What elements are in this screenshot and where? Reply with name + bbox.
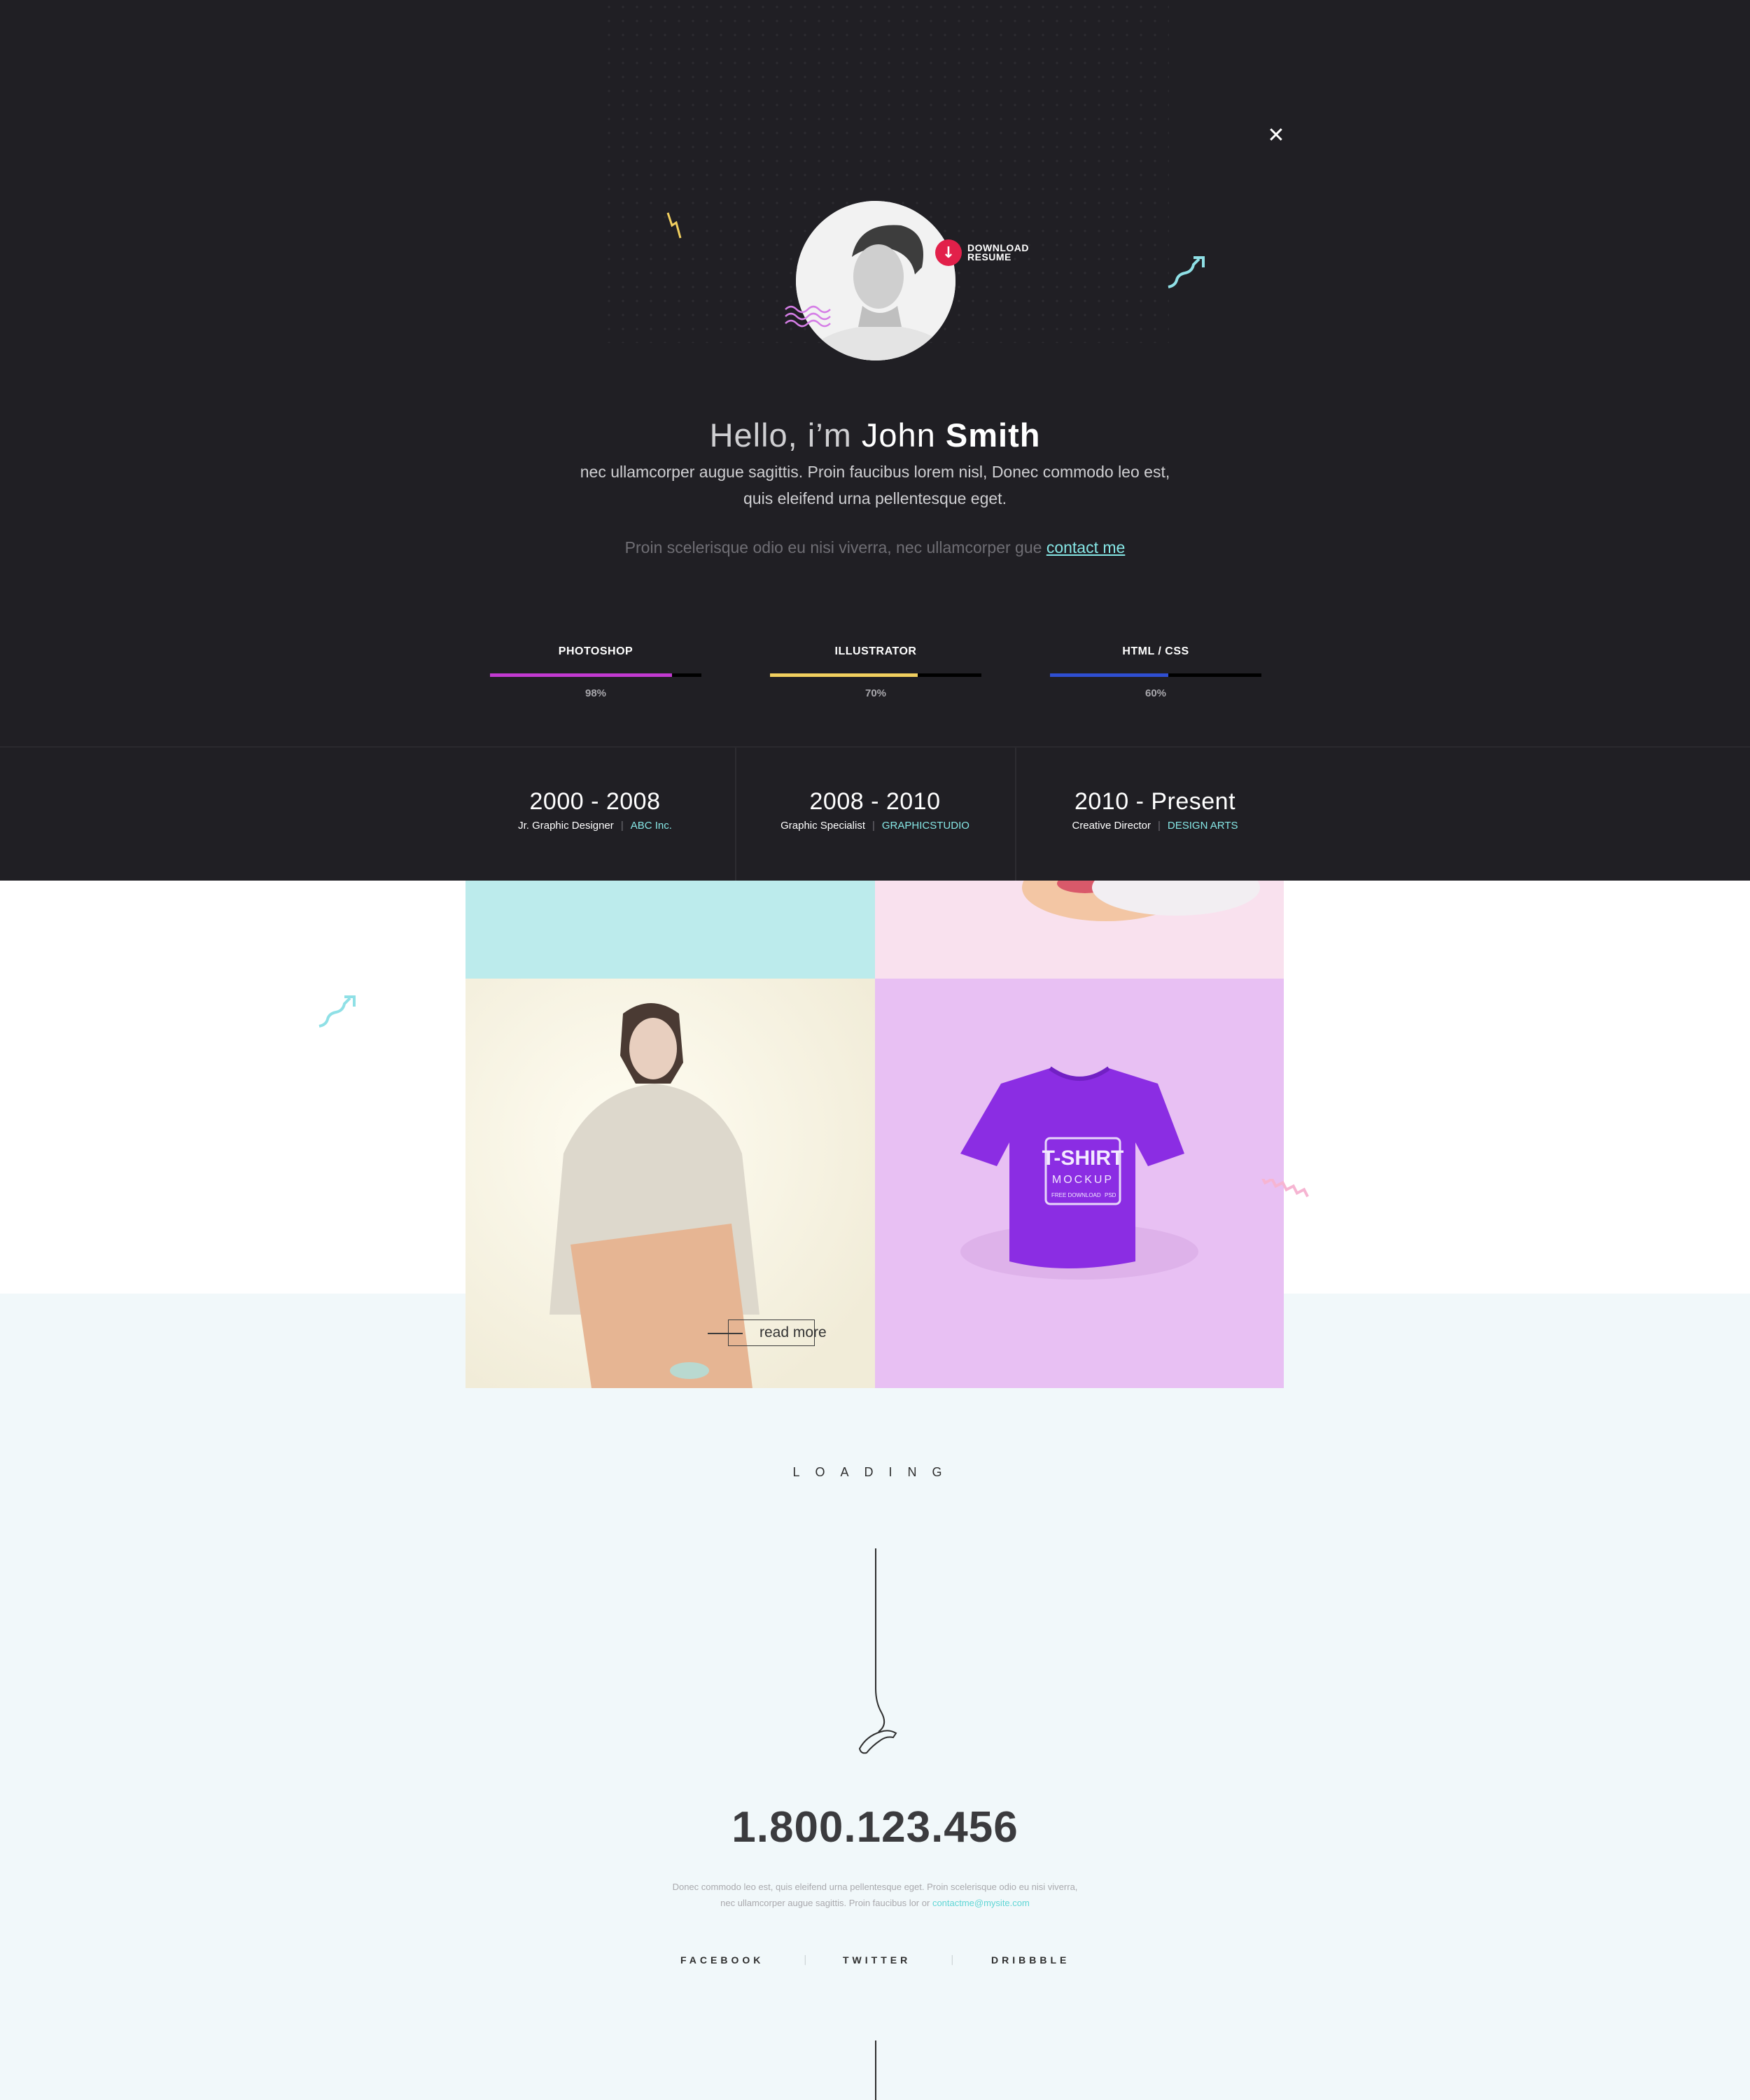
skill-illustrator: ILLUSTRATOR 70% bbox=[770, 645, 981, 699]
social-separator: | bbox=[804, 1954, 807, 1966]
social-link-dribbble[interactable]: DRIBBBLE bbox=[991, 1954, 1070, 1966]
portfolio-tile-pink[interactable] bbox=[875, 881, 1284, 979]
skill-name: ILLUSTRATOR bbox=[834, 645, 917, 657]
timeline-years: 2010 - Present bbox=[1074, 788, 1236, 815]
skill-html-css: HTML / CSS 60% bbox=[1050, 645, 1261, 699]
social-separator: | bbox=[951, 1954, 954, 1966]
skill-percent: 60% bbox=[1144, 687, 1167, 699]
tshirt-mockup-image: T-SHIRT MOCKUP FREE DOWNLOAD PSD bbox=[960, 1066, 1198, 1280]
skill-name: HTML / CSS bbox=[1122, 645, 1189, 657]
tshirt-sub-text: MOCKUP bbox=[1052, 1174, 1114, 1186]
hero-last-name: Smith bbox=[945, 416, 1041, 454]
wave-pattern-icon bbox=[785, 305, 831, 328]
timeline-item: 2000 - 2008 Jr. Graphic Designer | ABC Inc… bbox=[455, 788, 735, 832]
arrow-squiggle-icon bbox=[318, 995, 356, 1028]
scroll-line bbox=[875, 2040, 876, 2100]
phone-handset-icon bbox=[858, 1548, 897, 1754]
company-name: GRAPHICSTUDIO bbox=[881, 820, 969, 832]
portfolio-tile-cyan[interactable] bbox=[465, 881, 875, 979]
job-title: Jr. Graphic Designer bbox=[518, 820, 614, 832]
donut-image bbox=[1022, 881, 1260, 921]
contact-description: Donec commodo leo est, quis eleifend urn… bbox=[595, 1879, 1155, 1911]
intro-line: quis eleifend urna pellentesque eget. bbox=[743, 489, 1007, 507]
tshirt-badge-psd: PSD bbox=[1105, 1192, 1116, 1198]
loading-text: LOADING bbox=[792, 1465, 958, 1479]
hero-greeting: Hello, i’m bbox=[709, 416, 852, 454]
timeline-meta: Creative Director | DESIGN ARTS bbox=[1015, 820, 1295, 832]
timeline-item: 2010 - Present Creative Director | DESIGN … bbox=[1015, 788, 1295, 832]
portfolio-tile-tshirt[interactable]: T-SHIRT MOCKUP FREE DOWNLOAD PSD bbox=[875, 979, 1284, 1388]
skill-name: PHOTOSHOP bbox=[558, 645, 634, 657]
skill-progress-bar bbox=[770, 673, 981, 677]
lightning-icon bbox=[666, 212, 682, 239]
skill-progress-fill bbox=[1050, 673, 1169, 677]
timeline-meta: Graphic Specialist | GRAPHICSTUDIO bbox=[735, 820, 1015, 832]
arrow-squiggle-icon bbox=[1168, 256, 1205, 288]
timeline-years: 2008 - 2010 bbox=[809, 788, 941, 815]
close-icon[interactable]: ✕ bbox=[1264, 123, 1289, 148]
download-resume-label: DOWNLOAD RESUME bbox=[967, 242, 1029, 262]
contact-text-line2-prefix: nec ullamcorper augue sagittis. Proin fa… bbox=[720, 1898, 930, 1908]
job-title: Creative Director bbox=[1072, 820, 1152, 832]
tshirt-title-text: T-SHIRT bbox=[1042, 1147, 1124, 1170]
company-name: DESIGN ARTS bbox=[1167, 820, 1238, 832]
contact-text-line1: Donec commodo leo est, quis eleifend urn… bbox=[672, 1882, 1078, 1892]
section-divider bbox=[0, 746, 1750, 748]
avatar bbox=[796, 201, 955, 360]
skill-photoshop: PHOTOSHOP 98% bbox=[490, 645, 701, 699]
read-more-line bbox=[708, 1333, 743, 1334]
skill-percent: 70% bbox=[864, 687, 887, 699]
meta-separator: | bbox=[872, 820, 875, 832]
timeline-item: 2008 - 2010 Graphic Specialist | GRAPHICST… bbox=[735, 788, 1015, 832]
email-link[interactable]: contactme@mysite.com bbox=[932, 1898, 1030, 1908]
contact-line: Proin scelerisque odio eu nisi viverra, … bbox=[0, 538, 1750, 557]
read-more-button[interactable]: read more bbox=[708, 1320, 827, 1346]
job-title: Graphic Specialist bbox=[780, 820, 865, 832]
intro-paragraph: nec ullamcorper augue sagittis. Proin fa… bbox=[490, 458, 1260, 512]
meta-separator: | bbox=[1158, 820, 1161, 832]
download-arrow-icon: ↓ bbox=[935, 239, 962, 266]
contact-line-text: Proin scelerisque odio eu nisi viverra, … bbox=[624, 538, 1042, 556]
contact-text-line2: nec ullamcorper augue sagittis. Proin fa… bbox=[595, 1895, 1155, 1911]
phone-number: 1.800.123.456 bbox=[732, 1803, 1018, 1851]
intro-line: nec ullamcorper augue sagittis. Proin fa… bbox=[580, 463, 1170, 481]
skill-progress-fill bbox=[490, 673, 672, 677]
meta-separator: | bbox=[620, 820, 624, 832]
skill-progress-bar bbox=[1050, 673, 1261, 677]
tshirt-badge-text: FREE DOWNLOAD bbox=[1051, 1192, 1101, 1198]
about-overlay: ✕ ↓ DOWNLOAD RESUME Hello, i’m John Smit… bbox=[0, 0, 1750, 881]
skill-percent: 98% bbox=[584, 687, 607, 699]
download-resume-button[interactable]: ↓ DOWNLOAD RESUME bbox=[935, 239, 1029, 266]
avatar-portrait bbox=[796, 201, 955, 360]
read-more-label: read more bbox=[760, 1324, 827, 1340]
zigzag-pink-icon bbox=[1260, 1179, 1309, 1198]
hero-heading: Hello, i’m John Smith bbox=[0, 416, 1750, 454]
social-link-facebook[interactable]: FACEBOOK bbox=[680, 1954, 764, 1966]
skill-progress-fill bbox=[770, 673, 918, 677]
hero-first-name: John bbox=[861, 416, 936, 454]
skill-progress-bar bbox=[490, 673, 701, 677]
social-link-twitter[interactable]: TWITTER bbox=[843, 1954, 911, 1966]
company-name: ABC Inc. bbox=[630, 820, 672, 832]
timeline-meta: Jr. Graphic Designer | ABC Inc. bbox=[455, 820, 735, 832]
timeline-years: 2000 - 2008 bbox=[529, 788, 661, 815]
contact-me-link[interactable]: contact me bbox=[1046, 538, 1126, 556]
